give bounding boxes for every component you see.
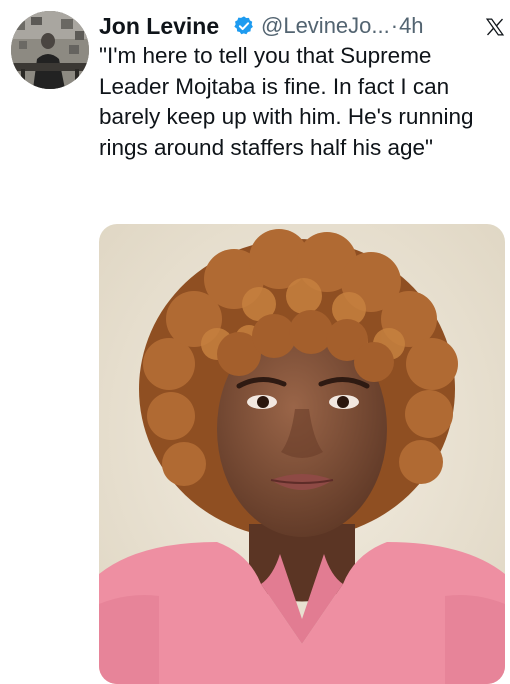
tweet-photo[interactable] — [99, 224, 505, 684]
avatar-photo — [11, 11, 89, 89]
x-logo-icon — [485, 18, 505, 36]
portrait-photo — [99, 224, 505, 684]
author-handle-meta: @LevineJo...·4h — [261, 10, 424, 42]
verified-badge-icon — [234, 16, 253, 35]
author-handle[interactable]: @LevineJo... — [261, 13, 390, 38]
author-name[interactable]: Jon Levine — [99, 10, 219, 42]
tweet-timestamp[interactable]: 4h — [399, 13, 423, 38]
tweet-text: "I'm here to tell you that Supreme Leade… — [99, 43, 480, 160]
meta-separator: · — [390, 13, 399, 38]
author-avatar[interactable] — [11, 11, 89, 89]
